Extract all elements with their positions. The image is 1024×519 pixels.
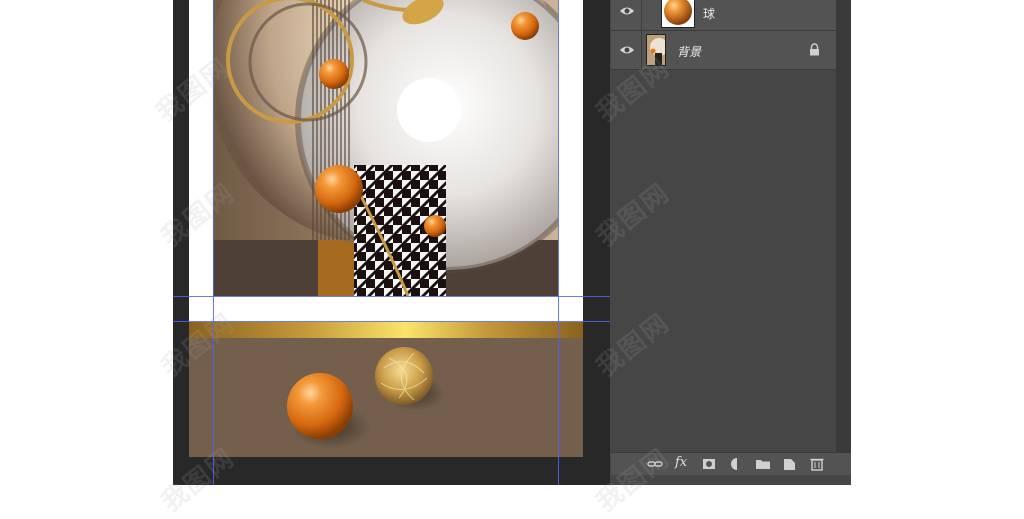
eye-icon[interactable] xyxy=(619,43,635,57)
layer-thumbnail xyxy=(661,0,695,28)
layer-row-ball[interactable]: 球 xyxy=(611,0,836,31)
fx-icon[interactable]: fx xyxy=(675,455,687,470)
vertical-guide[interactable] xyxy=(558,0,559,485)
new-group-icon[interactable] xyxy=(755,456,771,472)
layer-name[interactable]: 球 xyxy=(703,5,715,22)
add-mask-icon[interactable] xyxy=(701,456,717,472)
panel-scrollbar[interactable] xyxy=(836,0,851,452)
horizontal-guide[interactable] xyxy=(173,296,610,297)
artwork-image xyxy=(213,0,558,296)
horizontal-guide[interactable] xyxy=(173,321,610,322)
new-layer-icon[interactable] xyxy=(782,456,798,472)
gold-bar xyxy=(189,322,583,338)
brown-panel xyxy=(189,338,583,457)
layer-name[interactable]: 背景 xyxy=(677,43,701,60)
adjustment-layer-icon[interactable] xyxy=(729,456,745,472)
eye-icon[interactable] xyxy=(619,4,635,18)
lock-icon[interactable] xyxy=(809,43,820,56)
delete-layer-icon[interactable] xyxy=(809,456,825,472)
